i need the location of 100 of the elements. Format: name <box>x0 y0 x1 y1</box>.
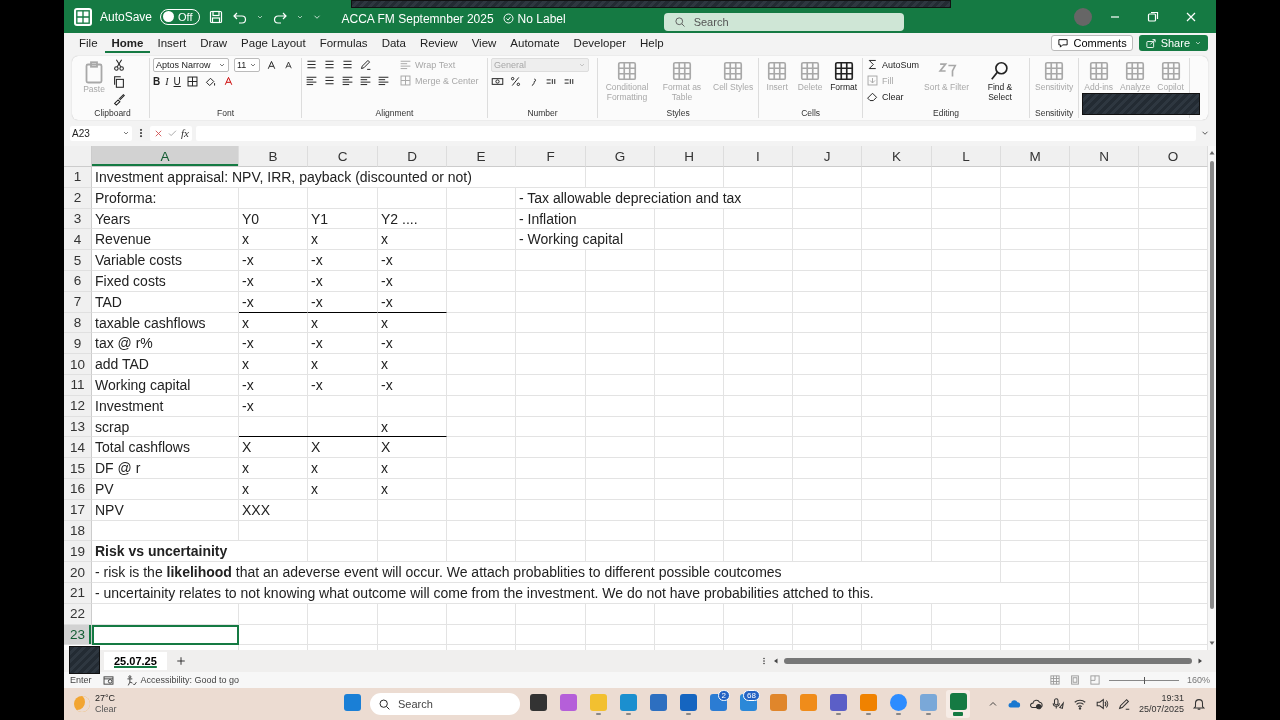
column-header[interactable]: B <box>239 146 308 167</box>
sensitivity-label[interactable]: No Label <box>501 11 566 26</box>
row-number[interactable]: 17 <box>64 499 92 521</box>
currency-icon[interactable] <box>491 75 504 88</box>
column-header[interactable]: J <box>793 146 862 167</box>
scroll-down-icon[interactable] <box>1208 639 1216 647</box>
taskbar-app[interactable]: 68 <box>736 690 760 718</box>
increase-indent-icon[interactable] <box>377 74 390 87</box>
column-header[interactable]: G <box>586 146 655 167</box>
menu-tab[interactable]: Page Layout <box>234 33 313 53</box>
column-header[interactable]: O <box>1139 146 1208 167</box>
row-number[interactable]: 8 <box>64 312 92 334</box>
row-number[interactable]: 14 <box>64 437 92 459</box>
menu-tab[interactable]: Help <box>633 33 671 53</box>
row-number[interactable]: 1 <box>64 167 92 188</box>
ribbon-button[interactable]: Clear <box>866 90 920 103</box>
ribbon-button[interactable]: Find & Select <box>974 58 1026 105</box>
menu-tab[interactable]: Developer <box>566 33 633 53</box>
row-number[interactable]: 9 <box>64 333 92 355</box>
row-number[interactable]: 23 <box>64 624 92 646</box>
menu-tab[interactable]: Formulas <box>312 33 375 53</box>
speaker-icon[interactable] <box>1094 697 1109 711</box>
column-header[interactable]: C <box>308 146 378 167</box>
menu-tab[interactable]: Draw <box>193 33 235 53</box>
format-painter-icon[interactable] <box>112 92 126 106</box>
copy-icon[interactable] <box>112 75 126 89</box>
bottom-align-icon[interactable] <box>341 58 354 71</box>
row-number[interactable]: 2 <box>64 187 92 209</box>
column-header[interactable]: F <box>516 146 586 167</box>
row-number[interactable]: 10 <box>64 354 92 375</box>
scroll-left-icon[interactable] <box>772 657 780 665</box>
insert-function-button[interactable]: fx <box>181 127 189 139</box>
column-header[interactable]: E <box>447 146 516 167</box>
row-number[interactable]: 13 <box>64 416 92 438</box>
column-header[interactable]: M <box>1001 146 1070 167</box>
caret-icon[interactable] <box>218 61 226 69</box>
menu-tab[interactable]: File <box>72 33 105 53</box>
font-name-field[interactable]: Aptos Narrow <box>153 58 229 72</box>
center-align-icon[interactable] <box>323 74 336 87</box>
scroll-right-icon[interactable] <box>1196 657 1204 665</box>
search-field[interactable]: Search <box>663 12 904 31</box>
column-header[interactable]: A <box>92 146 239 167</box>
row-number[interactable]: 16 <box>64 478 92 500</box>
column-header[interactable]: K <box>862 146 932 167</box>
macro-recorder-icon[interactable] <box>101 673 115 687</box>
row-number[interactable]: 7 <box>64 291 92 313</box>
right-align-icon[interactable] <box>341 74 354 87</box>
menu-tab[interactable]: Data <box>374 33 413 53</box>
menu-tab[interactable]: Review <box>412 33 465 53</box>
cloud-status-icon[interactable] <box>1028 697 1043 711</box>
column-header[interactable]: I <box>724 146 793 167</box>
middle-align-icon[interactable] <box>323 58 336 71</box>
row-number[interactable]: 18 <box>64 520 92 542</box>
borders-icon[interactable] <box>185 75 199 88</box>
row-number[interactable]: 12 <box>64 395 92 417</box>
row-number[interactable]: 21 <box>64 582 92 604</box>
microphone-icon[interactable] <box>1050 697 1065 711</box>
fill-color-icon[interactable] <box>203 75 217 88</box>
pen-icon[interactable] <box>1116 697 1131 711</box>
notification-bell-icon[interactable] <box>1192 697 1206 711</box>
taskbar-search[interactable]: Search <box>370 693 520 715</box>
save-icon[interactable] <box>207 8 224 25</box>
row-number[interactable]: 4 <box>64 229 92 251</box>
normal-view-icon[interactable] <box>1048 674 1061 686</box>
row-number[interactable]: 5 <box>64 250 92 271</box>
scrollbar-thumb[interactable] <box>1210 161 1214 609</box>
left-align-icon[interactable] <box>305 74 318 87</box>
orientation-icon[interactable] <box>359 58 372 71</box>
menu-tab[interactable]: Home <box>104 33 151 53</box>
decrease-indent-icon[interactable] <box>359 74 372 87</box>
more-icon[interactable] <box>760 655 768 667</box>
row-number[interactable]: 6 <box>64 271 92 292</box>
sheet-tab[interactable]: 25.07.25 <box>104 652 167 670</box>
taskbar-app[interactable] <box>946 690 970 718</box>
row-number[interactable]: 3 <box>64 208 92 230</box>
column-header[interactable]: L <box>932 146 1001 167</box>
caret-icon[interactable] <box>249 61 257 69</box>
cut-icon[interactable] <box>112 58 126 72</box>
bold-button[interactable]: B <box>153 76 161 87</box>
menu-tab[interactable]: Automate <box>503 33 567 53</box>
decrease-font-icon[interactable] <box>283 59 294 71</box>
increase-font-icon[interactable] <box>265 58 278 72</box>
font-size-field[interactable]: 11 <box>234 58 260 72</box>
column-header[interactable]: H <box>655 146 724 167</box>
row-number[interactable]: 20 <box>64 562 92 583</box>
row-number[interactable]: 22 <box>64 603 92 625</box>
active-cell[interactable] <box>92 624 239 646</box>
underline-button[interactable]: U <box>173 76 181 87</box>
add-sheet-icon[interactable] <box>174 655 187 667</box>
scroll-up-icon[interactable] <box>1208 149 1216 157</box>
column-header[interactable]: D <box>378 146 447 167</box>
italic-button[interactable]: I <box>165 76 169 87</box>
top-align-icon[interactable] <box>305 58 318 71</box>
caret-icon[interactable] <box>122 129 130 137</box>
row-number[interactable]: 19 <box>64 541 92 563</box>
taskbar-app[interactable]: 2 <box>706 690 730 718</box>
scrollbar-thumb[interactable] <box>784 658 1192 664</box>
row-number[interactable]: 11 <box>64 374 92 396</box>
comments-button[interactable]: Comments <box>1051 35 1133 51</box>
row-number[interactable]: 15 <box>64 458 92 479</box>
